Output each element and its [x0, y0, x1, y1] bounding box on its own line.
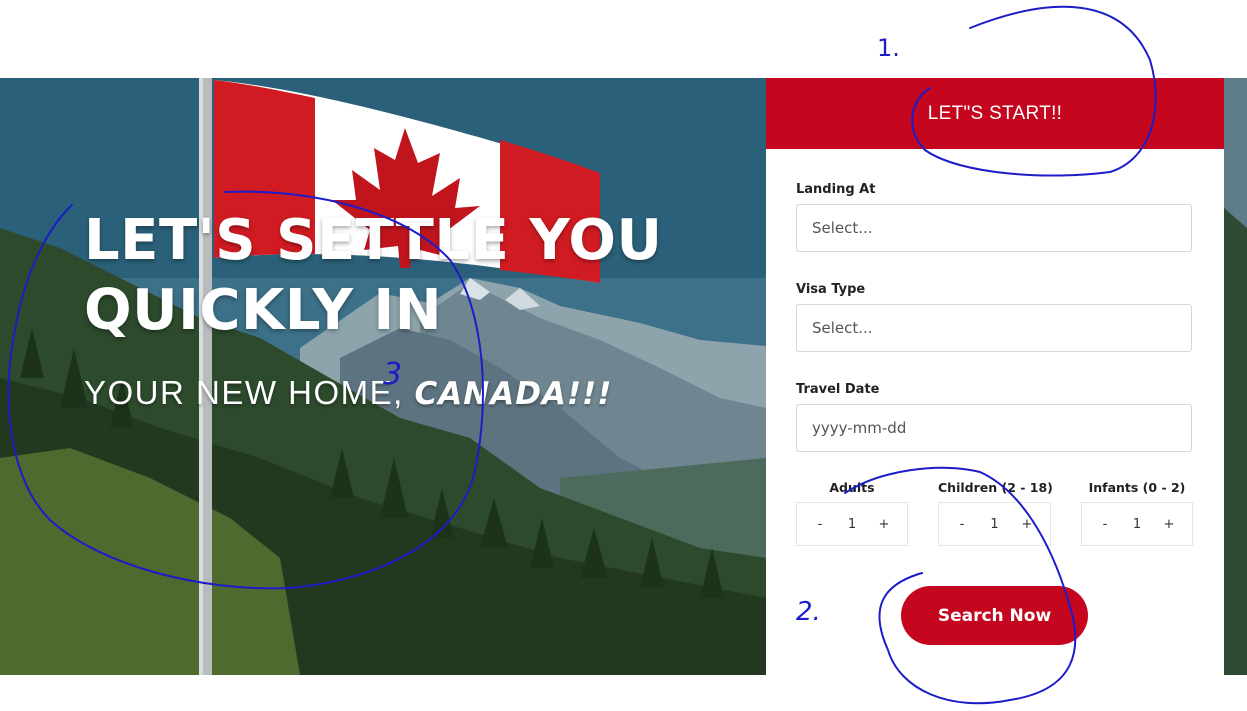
- children-increment-button[interactable]: +: [1020, 517, 1034, 532]
- infants-decrement-button[interactable]: -: [1098, 517, 1112, 532]
- infants-count: 1: [1132, 516, 1142, 532]
- search-form-card: LET"S START!! Landing At Select... Visa …: [766, 78, 1224, 675]
- annotation-mark-1: 1.: [877, 34, 900, 62]
- form-header: LET"S START!!: [766, 78, 1224, 149]
- travel-date-label: Travel Date: [796, 382, 880, 397]
- adults-stepper: - 1 +: [796, 502, 908, 546]
- hero-subtitle: YOUR NEW HOME, CANADA!!!: [84, 374, 612, 412]
- visa-type-select[interactable]: Select...: [796, 304, 1192, 352]
- children-count: 1: [990, 516, 999, 532]
- hero-title: LET'S SETTLE YOU QUICKLY IN: [84, 206, 724, 346]
- adults-increment-button[interactable]: +: [877, 517, 891, 532]
- landing-at-select[interactable]: Select...: [796, 204, 1192, 252]
- adults-count: 1: [847, 516, 857, 532]
- children-decrement-button[interactable]: -: [955, 517, 969, 532]
- hero-subtitle-accent: CANADA!!!: [414, 376, 613, 412]
- adults-decrement-button[interactable]: -: [813, 517, 827, 532]
- search-now-button[interactable]: Search Now: [901, 586, 1088, 645]
- adults-label: Adults: [829, 480, 875, 495]
- infants-stepper: - 1 +: [1081, 502, 1193, 546]
- page: LET'S SETTLE YOU QUICKLY IN YOUR NEW HOM…: [0, 0, 1247, 711]
- children-stepper: - 1 +: [938, 502, 1051, 546]
- hero-title-line-2: QUICKLY IN: [84, 278, 443, 343]
- hero-title-line-1: LET'S SETTLE YOU: [84, 208, 663, 273]
- hero-subtitle-main: YOUR NEW HOME,: [84, 374, 415, 411]
- infants-increment-button[interactable]: +: [1162, 517, 1176, 532]
- children-label: Children (2 - 18): [938, 480, 1053, 495]
- visa-type-label: Visa Type: [796, 282, 866, 297]
- infants-label: Infants (0 - 2): [1088, 480, 1186, 495]
- travel-date-input[interactable]: yyyy-mm-dd: [796, 404, 1192, 452]
- landing-at-label: Landing At: [796, 182, 876, 197]
